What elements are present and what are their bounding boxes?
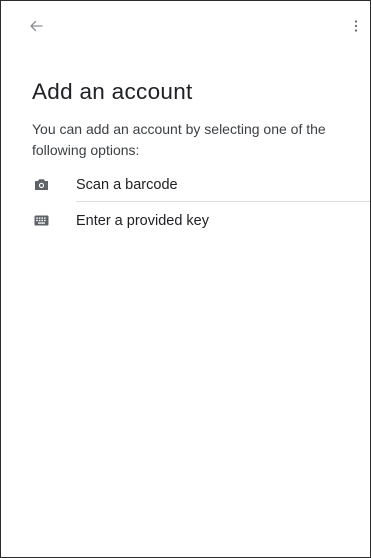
page-description: You can add an account by selecting one … (32, 121, 326, 158)
camera-icon (34, 177, 49, 192)
enter-key-label: Enter a provided key (76, 213, 209, 229)
enter-key-option[interactable]: Enter a provided key (1, 205, 370, 238)
scan-barcode-label: Scan a barcode (76, 177, 178, 193)
arrow-back-icon (30, 20, 43, 32)
app-bar (1, 1, 370, 51)
keyboard-icon (34, 213, 49, 228)
app-screen: Add an account You can add an account by… (0, 0, 371, 558)
scan-barcode-option[interactable]: Scan a barcode (1, 169, 370, 202)
more-vert-icon (354, 20, 358, 32)
overflow-menu-button[interactable] (346, 13, 366, 39)
option-divider (76, 201, 370, 202)
back-button[interactable] (23, 13, 49, 39)
page-title: Add an account (32, 79, 193, 104)
